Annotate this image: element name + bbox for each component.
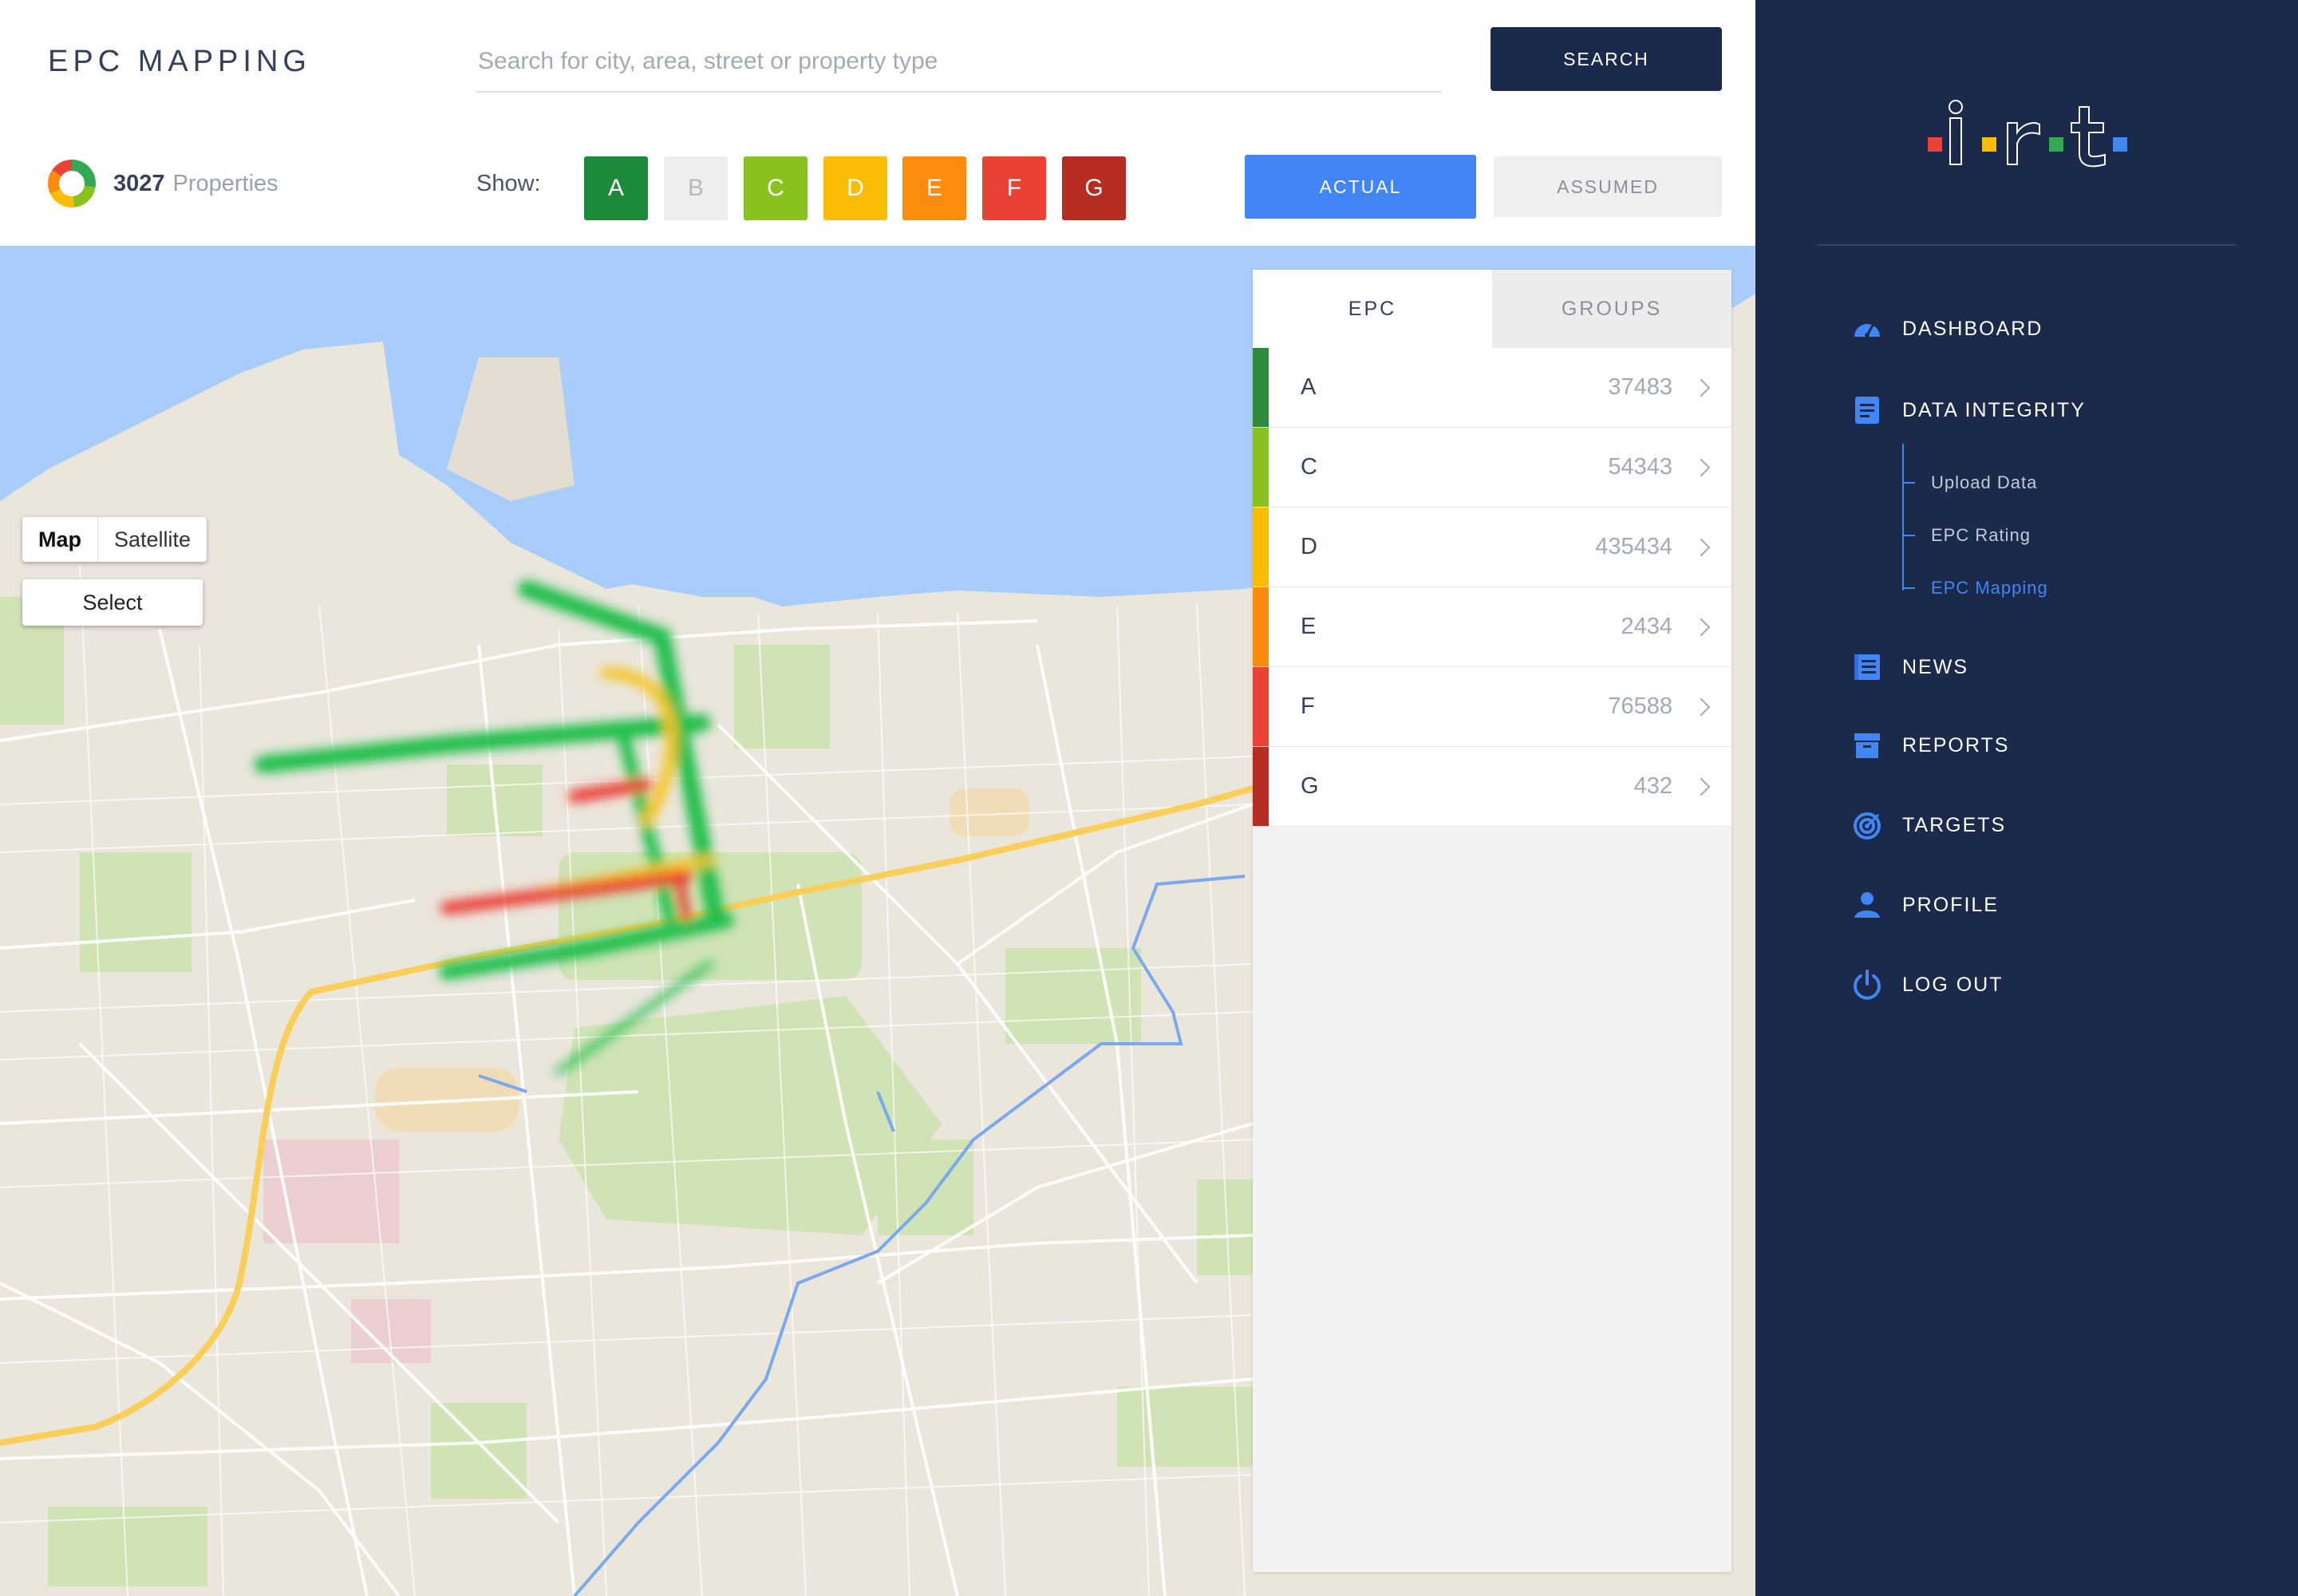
rating-color-bar — [1253, 747, 1269, 826]
rating-color-bar — [1253, 587, 1269, 666]
sidebar-item-reports[interactable]: REPORTS — [1851, 729, 2009, 761]
rating-letter: F — [1301, 693, 1315, 719]
rating-row-d[interactable]: D 435434 — [1253, 508, 1731, 587]
rating-row-c[interactable]: C 54343 — [1253, 428, 1731, 508]
search-button[interactable]: SEARCH — [1491, 27, 1722, 91]
actual-toggle-button[interactable]: ACTUAL — [1245, 155, 1476, 219]
sidebar-item-label: TARGETS — [1902, 813, 2007, 836]
rating-row-f[interactable]: F 76588 — [1253, 667, 1731, 747]
news-icon — [1854, 654, 1880, 680]
tab-epc[interactable]: EPC — [1253, 270, 1492, 348]
brand-logo — [1928, 100, 2127, 168]
rating-color-bar — [1253, 428, 1269, 507]
rating-count: 432 — [1633, 773, 1672, 799]
filter-g-button[interactable]: G — [1062, 156, 1126, 220]
chevron-right-icon — [1692, 618, 1711, 636]
rating-count: 54343 — [1608, 454, 1672, 480]
rating-letter: C — [1301, 454, 1317, 480]
rating-count: 2434 — [1621, 614, 1672, 639]
filter-a-button[interactable]: A — [584, 156, 648, 220]
rating-color-bar — [1253, 508, 1269, 587]
chevron-right-icon — [1692, 538, 1711, 556]
filter-b-button[interactable]: B — [664, 156, 728, 220]
show-label: Show: — [476, 171, 541, 196]
chevron-right-icon — [1692, 777, 1711, 796]
submenu-label: Upload Data — [1931, 472, 2038, 492]
sidebar-item-label: REPORTS — [1902, 733, 2010, 757]
epc-donut-icon — [48, 160, 96, 207]
chevron-right-icon — [1692, 378, 1711, 397]
submenu-guide-line — [1902, 444, 1904, 591]
map-type-map-button[interactable]: Map — [22, 517, 98, 562]
submenu-tick — [1902, 587, 1915, 589]
rating-count: 37483 — [1608, 374, 1672, 400]
submenu-tick — [1902, 535, 1915, 536]
tab-groups[interactable]: GROUPS — [1492, 270, 1731, 348]
filter-e-button[interactable]: E — [902, 156, 966, 220]
sidebar-item-news[interactable]: NEWS — [1851, 651, 1968, 683]
top-bar: EPC MAPPING SEARCH 3027 Properties Show:… — [0, 0, 1755, 246]
sidebar-item-label: NEWS — [1902, 655, 1968, 678]
filter-c-button[interactable]: C — [744, 156, 807, 220]
select-area-button[interactable]: Select — [22, 579, 203, 626]
sidebar-item-dashboard[interactable]: DASHBOARD — [1851, 313, 2043, 345]
submenu-item-upload-data[interactable]: Upload Data — [1902, 472, 2037, 493]
filter-d-button[interactable]: D — [823, 156, 887, 220]
sidebar-item-label: DATA INTEGRITY — [1902, 398, 2086, 421]
submenu-item-epc-rating[interactable]: EPC Rating — [1902, 525, 2031, 546]
submenu-label: EPC Mapping — [1931, 578, 2048, 598]
rating-letter: D — [1301, 534, 1317, 559]
sidebar-item-profile[interactable]: PROFILE — [1851, 889, 1999, 921]
chevron-right-icon — [1692, 697, 1711, 716]
sidebar-item-log-out[interactable]: LOG OUT — [1851, 969, 2004, 1001]
rating-count: 435434 — [1595, 534, 1672, 559]
search-input[interactable] — [476, 32, 1442, 93]
property-summary: 3027 Properties — [46, 158, 278, 209]
submenu-item-epc-mapping[interactable]: EPC Mapping — [1902, 578, 2048, 598]
sidebar-item-data-integrity[interactable]: DATA INTEGRITY — [1851, 394, 2086, 426]
power-icon — [1854, 970, 1881, 1000]
chevron-right-icon — [1692, 458, 1711, 476]
speedometer-icon — [1854, 323, 1880, 338]
rating-row-a[interactable]: A 37483 — [1253, 348, 1731, 428]
rating-letter: E — [1301, 614, 1317, 639]
sidebar-item-targets[interactable]: TARGETS — [1851, 809, 2006, 841]
property-count: 3027 — [113, 170, 165, 196]
submenu-label: EPC Rating — [1931, 525, 2031, 545]
sidebar-item-label: PROFILE — [1902, 893, 1999, 916]
rating-color-bar — [1253, 667, 1269, 746]
rating-row-g[interactable]: G 432 — [1253, 747, 1731, 827]
archive-box-icon — [1854, 733, 1880, 758]
page-title: EPC MAPPING — [48, 45, 311, 78]
rating-list: A 37483 C 54343 D 435434 E 2434 F 76588 — [1253, 348, 1731, 827]
target-icon — [1854, 812, 1881, 839]
rating-letter: A — [1301, 374, 1317, 400]
rating-count: 76588 — [1608, 693, 1672, 719]
map-type-satellite-button[interactable]: Satellite — [98, 517, 207, 562]
sidebar-item-label: LOG OUT — [1902, 973, 2004, 996]
rating-row-e[interactable]: E 2434 — [1253, 587, 1731, 667]
filter-f-button[interactable]: F — [982, 156, 1046, 220]
rating-color-bar — [1253, 348, 1269, 427]
sidebar-divider — [1818, 244, 2236, 246]
property-count-label: Properties — [172, 170, 278, 196]
document-icon — [1855, 397, 1879, 424]
map-type-control: Map Satellite — [22, 517, 207, 562]
sidebar: DASHBOARD DATA INTEGRITY Upload Data EPC… — [1755, 0, 2298, 1596]
submenu-tick — [1902, 482, 1915, 484]
assumed-toggle-button[interactable]: ASSUMED — [1494, 156, 1722, 217]
user-icon — [1854, 892, 1880, 918]
data-integrity-submenu: Upload Data EPC Rating EPC Mapping — [1902, 444, 2142, 598]
epc-panel: EPC GROUPS A 37483 C 54343 D 435434 E 24… — [1253, 270, 1731, 1572]
rating-letter: G — [1301, 773, 1319, 799]
sidebar-item-label: DASHBOARD — [1902, 317, 2043, 340]
panel-tabs: EPC GROUPS — [1253, 270, 1731, 348]
